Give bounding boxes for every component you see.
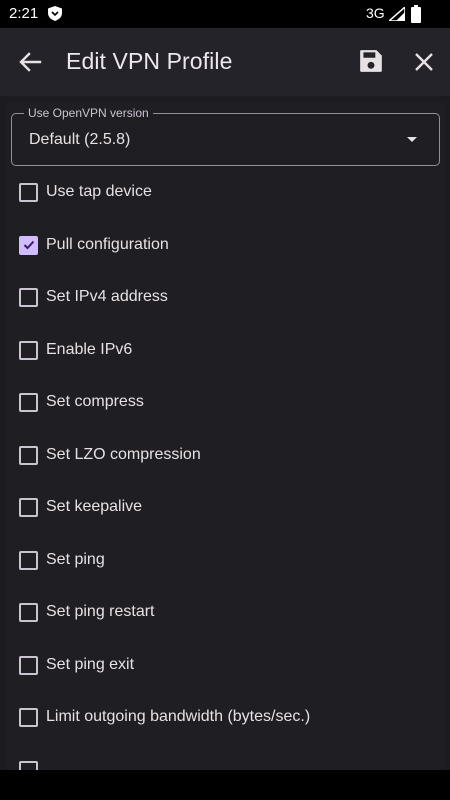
option-set-keepalive[interactable]: Set keepalive [16,491,436,525]
option-label: Set ping [46,551,105,568]
checkbox[interactable] [19,708,38,727]
option-limit-outgoing-bandwidth[interactable]: Limit outgoing bandwidth (bytes/sec.) [16,701,436,735]
checkbox[interactable] [19,288,38,307]
battery-icon [411,5,421,23]
option-label: Use tap device [46,183,152,200]
option-label: Pull configuration [46,236,169,253]
network-type: 3G [366,5,385,21]
checkbox[interactable] [19,236,38,255]
option-set-ping[interactable]: Set ping [16,544,436,578]
option-label: Set ping exit [46,656,135,673]
checkbox[interactable] [19,183,38,202]
checkbox[interactable] [19,393,38,412]
option-label: Set keepalive [46,498,143,515]
checkbox[interactable] [19,656,38,675]
checkbox[interactable] [19,603,38,622]
checkbox[interactable] [19,446,38,465]
dropdown-value: Default (2.5.8) [29,131,131,148]
option-label: Set compress [46,393,144,410]
save-icon[interactable] [358,47,384,75]
app-bar: Edit VPN Profile [0,28,450,96]
option-enable-ipv6[interactable]: Enable IPv6 [16,334,436,368]
navigation-bar [0,770,450,800]
option-label: Limit outgoing bandwidth (bytes/sec.) [46,708,311,725]
option-set-compress[interactable]: Set compress [16,386,436,420]
option-set-ping-restart[interactable]: Set ping restart [16,596,436,630]
option-set-ping-exit[interactable]: Set ping exit [16,649,436,683]
signal-icon [389,7,405,21]
checkmark-icon [23,240,35,250]
dropdown-arrow-icon [407,137,417,142]
openvpn-version-dropdown[interactable]: Use OpenVPN version Default (2.5.8) [11,106,440,166]
checkbox[interactable] [19,498,38,517]
shield-icon [48,6,62,21]
option-partially-visible[interactable] [16,754,436,770]
page-title: Edit VPN Profile [66,48,233,74]
option-label: Set ping restart [46,603,155,620]
dropdown-label: Use OpenVPN version [24,106,153,120]
option-use-tap-device[interactable]: Use tap device [16,176,436,210]
checkbox[interactable] [19,341,38,360]
option-set-lzo-compression[interactable]: Set LZO compression [16,439,436,473]
status-bar: 2:21 3G [0,0,450,28]
settings-panel: Use OpenVPN version Default (2.5.8) Use … [6,102,445,770]
checkbox[interactable] [19,551,38,570]
back-arrow-icon[interactable] [16,48,44,76]
option-pull-configuration[interactable]: Pull configuration [16,229,436,263]
option-label: Set IPv4 address [46,288,168,305]
option-label: Set LZO compression [46,446,201,463]
option-set-ipv4-address[interactable]: Set IPv4 address [16,281,436,315]
close-icon[interactable] [410,48,438,76]
status-time: 2:21 [9,5,39,22]
checkbox[interactable] [19,761,38,770]
option-label: Enable IPv6 [46,341,133,358]
